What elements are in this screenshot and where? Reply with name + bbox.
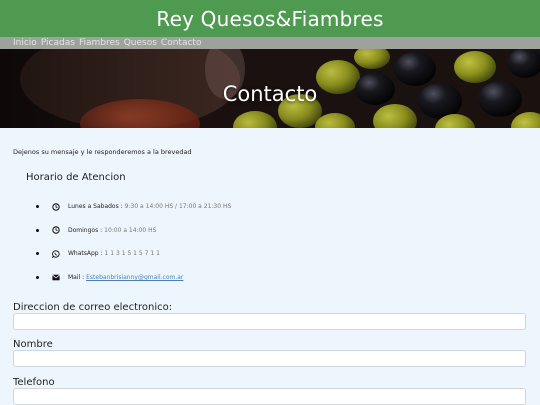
whatsapp-icon — [51, 249, 60, 258]
bullet — [36, 252, 39, 256]
nav-item-inicio[interactable]: Inicio — [13, 37, 37, 49]
email-field-label: Direccion de correo electronico: — [13, 302, 173, 313]
schedule-label: Domingos : — [68, 226, 103, 234]
whatsapp-label: WhatsApp : — [68, 250, 103, 258]
schedule-label: Lunes a Sabados : — [68, 203, 123, 211]
clock-icon — [51, 202, 60, 211]
phone-field-label: Telefono — [13, 377, 55, 388]
nav-item-contacto[interactable]: Contacto — [161, 37, 202, 49]
schedule-value: 10:00 a 14:00 HS — [104, 226, 157, 234]
bullet — [36, 205, 39, 209]
list-item: WhatsApp : 1 1 3 1 5 1 5 7 1 1 — [36, 242, 231, 266]
mail-link[interactable]: Estebanbrisianny@gmail.com.ar — [86, 274, 183, 281]
nav-item-fiambres[interactable]: Fiambres — [79, 37, 120, 49]
bullet — [36, 275, 39, 279]
schedule-value: 9:30 a 14:00 HS / 17:00 a 21:30 HS — [124, 203, 232, 211]
site-header: Rey Quesos&Fiambres — [0, 0, 540, 37]
schedule-title: Horario de Atencion — [26, 172, 126, 183]
bullet — [36, 228, 39, 232]
mail-label: Mail : — [68, 273, 85, 281]
list-item: Mail : Estebanbrisianny@gmail.com.ar — [36, 266, 231, 290]
name-field-label: Nombre — [13, 339, 53, 350]
phone-field[interactable] — [13, 388, 526, 405]
schedule-list: Lunes a Sabados : 9:30 a 14:00 HS / 17:0… — [36, 195, 231, 289]
nav-item-picadas[interactable]: Picadas — [41, 37, 75, 49]
clock-icon — [51, 226, 60, 235]
site-title: Rey Quesos&Fiambres — [156, 6, 384, 31]
email-field[interactable] — [13, 313, 526, 330]
hero-banner: Contacto — [0, 49, 540, 128]
name-field[interactable] — [13, 350, 526, 367]
list-item: Lunes a Sabados : 9:30 a 14:00 HS / 17:0… — [36, 195, 231, 219]
intro-text: Dejenos su mensaje y le responderemos a … — [13, 148, 192, 156]
envelope-icon — [51, 273, 60, 282]
hero-title: Contacto — [222, 82, 318, 106]
nav-item-quesos[interactable]: Quesos — [124, 37, 157, 49]
main-nav: Inicio Picadas Fiambres Quesos Contacto — [0, 37, 540, 49]
whatsapp-number: 1 1 3 1 5 1 5 7 1 1 — [104, 250, 160, 258]
list-item: Domingos : 10:00 a 14:00 HS — [36, 219, 231, 243]
